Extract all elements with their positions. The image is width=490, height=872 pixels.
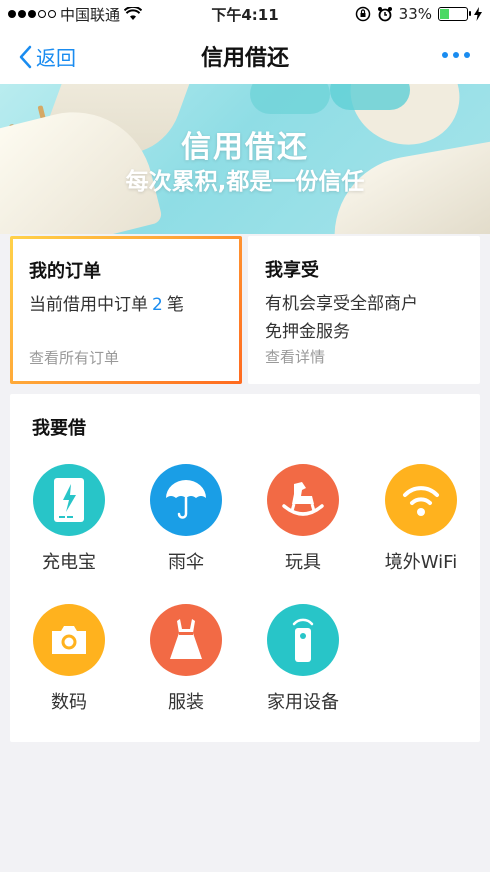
borrow-item-digital[interactable]: 数码 (14, 604, 124, 714)
borrow-item-power-bank[interactable]: 充电宝 (14, 464, 124, 574)
alarm-icon (377, 7, 392, 22)
battery-percent: 33% (398, 5, 432, 23)
orders-text-after: 笔 (166, 295, 184, 315)
more-dots-icon (442, 52, 448, 58)
back-button[interactable]: 返回 (18, 42, 76, 71)
umbrella-icon (150, 464, 222, 536)
item-label: 服装 (168, 692, 204, 713)
signal-strength-icon (8, 10, 56, 18)
view-all-orders-link[interactable]: 查看所有订单 (29, 347, 119, 368)
my-benefits-title: 我享受 (265, 260, 319, 281)
status-bar: 中国联通 下午4:11 33% (0, 0, 490, 28)
banner-title: 信用借还 (181, 130, 309, 165)
navigation-bar: 返回 信用借还 (0, 28, 490, 84)
borrow-section: 我要借 充电宝 雨伞 玩具 境外WiFi 数码 服装 家用设备 (10, 394, 480, 742)
more-options-button[interactable] (442, 52, 470, 58)
benefits-line-1: 有机会享受全部商户 (265, 294, 418, 314)
battery-icon (438, 7, 471, 21)
chevron-left-icon (19, 45, 32, 68)
borrow-item-home-device[interactable]: 家用设备 (248, 604, 358, 714)
order-count: 2 (152, 295, 163, 315)
banner-subtitle: 每次累积,都是一份信任 (125, 169, 365, 195)
rocking-horse-icon (267, 464, 339, 536)
benefits-line-2: 免押金服务 (265, 322, 350, 342)
borrow-section-title: 我要借 (32, 418, 86, 439)
wifi-icon (385, 464, 457, 536)
current-orders-text: 当前借用中订单 2 笔 (29, 291, 184, 319)
item-label: 玩具 (285, 552, 321, 573)
my-orders-title: 我的订单 (29, 261, 101, 282)
wifi-status-icon (124, 7, 143, 20)
borrow-item-wifi[interactable]: 境外WiFi (366, 464, 476, 574)
item-label: 数码 (51, 692, 87, 713)
orders-text-before: 当前借用中订单 (29, 295, 148, 315)
charging-icon (474, 7, 482, 21)
promo-banner[interactable]: 信用借还 每次累积,都是一份信任 (0, 84, 490, 234)
back-label: 返回 (36, 46, 76, 70)
my-benefits-card[interactable]: 我享受 有机会享受全部商户 免押金服务 查看详情 (248, 236, 480, 384)
my-orders-card[interactable]: 我的订单 当前借用中订单 2 笔 查看所有订单 (10, 236, 242, 384)
borrow-item-umbrella[interactable]: 雨伞 (131, 464, 241, 574)
item-label: 充电宝 (42, 552, 96, 573)
borrow-item-clothing[interactable]: 服装 (131, 604, 241, 714)
item-label: 境外WiFi (384, 552, 458, 573)
item-label: 雨伞 (168, 552, 204, 573)
orientation-lock-icon (355, 6, 370, 22)
power-bank-icon (33, 464, 105, 536)
carrier-name: 中国联通 (60, 5, 121, 24)
dress-icon (150, 604, 222, 676)
benefits-text: 有机会享受全部商户 免押金服务 (265, 290, 418, 346)
remote-control-icon (267, 604, 339, 676)
view-details-link[interactable]: 查看详情 (265, 346, 325, 367)
borrow-item-toy[interactable]: 玩具 (248, 464, 358, 574)
item-label: 家用设备 (267, 692, 339, 713)
camera-icon (33, 604, 105, 676)
